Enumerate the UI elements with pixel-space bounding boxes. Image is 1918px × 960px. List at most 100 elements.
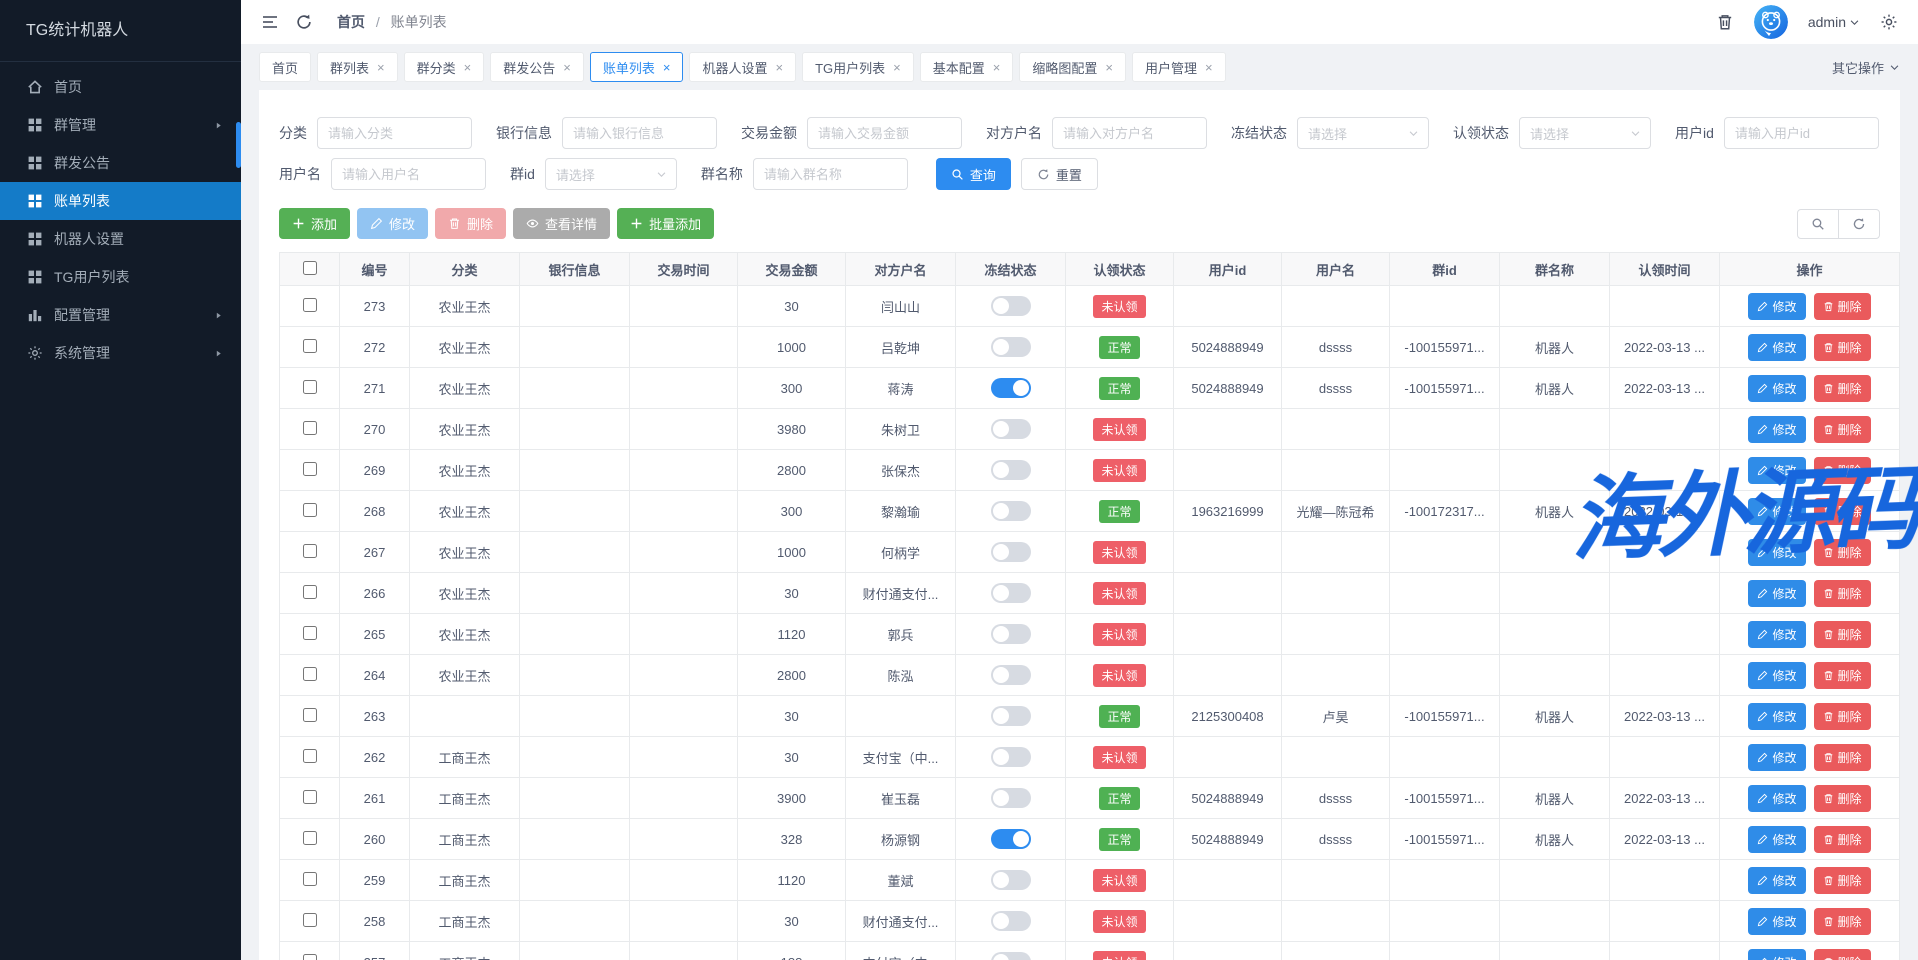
row-edit-button[interactable]: 修改	[1748, 416, 1805, 443]
user-id-input[interactable]	[1724, 117, 1879, 149]
row-checkbox[interactable]	[303, 749, 317, 763]
row-edit-button[interactable]: 修改	[1748, 580, 1805, 607]
row-delete-button[interactable]: 删除	[1814, 908, 1871, 935]
row-checkbox[interactable]	[303, 913, 317, 927]
row-delete-button[interactable]: 删除	[1814, 580, 1871, 607]
row-checkbox[interactable]	[303, 831, 317, 845]
row-checkbox[interactable]	[303, 708, 317, 722]
more-actions-dropdown[interactable]: 其它操作	[1832, 58, 1900, 77]
frozen-toggle[interactable]	[991, 542, 1031, 562]
row-delete-button[interactable]: 删除	[1814, 826, 1871, 853]
tab-机器人设置[interactable]: 机器人设置×	[689, 52, 796, 82]
tab-close-icon[interactable]: ×	[893, 61, 901, 74]
sidebar-item-group-manage[interactable]: 群管理	[0, 106, 241, 144]
row-checkbox[interactable]	[303, 626, 317, 640]
row-delete-button[interactable]: 删除	[1814, 498, 1871, 525]
counterparty-input[interactable]	[1052, 117, 1207, 149]
row-delete-button[interactable]: 删除	[1814, 334, 1871, 361]
row-delete-button[interactable]: 删除	[1814, 293, 1871, 320]
tab-基本配置[interactable]: 基本配置×	[920, 52, 1014, 82]
row-delete-button[interactable]: 删除	[1814, 457, 1871, 484]
sidebar-item-home[interactable]: 首页	[0, 68, 241, 106]
sidebar-item-group-announce[interactable]: 群发公告	[0, 144, 241, 182]
sidebar-item-tg-user-list[interactable]: TG用户列表	[0, 258, 241, 296]
select-all-checkbox[interactable]	[303, 261, 317, 275]
row-checkbox[interactable]	[303, 503, 317, 517]
frozen-toggle[interactable]	[991, 378, 1031, 398]
tab-群列表[interactable]: 群列表×	[317, 52, 398, 82]
row-checkbox[interactable]	[303, 585, 317, 599]
row-edit-button[interactable]: 修改	[1748, 826, 1805, 853]
row-edit-button[interactable]: 修改	[1748, 785, 1805, 812]
batch-add-button[interactable]: 批量添加	[617, 208, 714, 239]
tab-close-icon[interactable]: ×	[663, 61, 671, 74]
avatar[interactable]	[1754, 5, 1788, 39]
row-delete-button[interactable]: 删除	[1814, 375, 1871, 402]
frozen-toggle[interactable]	[991, 296, 1031, 316]
row-edit-button[interactable]: 修改	[1748, 949, 1805, 960]
tab-TG用户列表[interactable]: TG用户列表×	[802, 52, 914, 82]
refresh-icon[interactable]	[1838, 209, 1880, 239]
trash-icon[interactable]	[1716, 13, 1734, 31]
tab-close-icon[interactable]: ×	[377, 61, 385, 74]
frozen-toggle[interactable]	[991, 911, 1031, 931]
sidebar-item-bill-list[interactable]: 账单列表	[0, 182, 241, 220]
view-detail-button[interactable]: 查看详情	[513, 208, 610, 239]
tab-close-icon[interactable]: ×	[1105, 61, 1113, 74]
tab-群发公告[interactable]: 群发公告×	[490, 52, 584, 82]
frozen-toggle[interactable]	[991, 706, 1031, 726]
row-checkbox[interactable]	[303, 790, 317, 804]
row-edit-button[interactable]: 修改	[1748, 908, 1805, 935]
refresh-icon[interactable]	[295, 13, 313, 31]
sidebar-scrollbar-thumb[interactable]	[236, 122, 241, 168]
row-delete-button[interactable]: 删除	[1814, 703, 1871, 730]
frozen-toggle[interactable]	[991, 870, 1031, 890]
row-edit-button[interactable]: 修改	[1748, 703, 1805, 730]
row-checkbox[interactable]	[303, 667, 317, 681]
sidebar-item-config-manage[interactable]: 配置管理	[0, 296, 241, 334]
tab-账单列表[interactable]: 账单列表×	[590, 52, 684, 82]
row-delete-button[interactable]: 删除	[1814, 621, 1871, 648]
user-name-input[interactable]	[331, 158, 486, 190]
frozen-toggle[interactable]	[991, 665, 1031, 685]
row-checkbox[interactable]	[303, 462, 317, 476]
row-edit-button[interactable]: 修改	[1748, 457, 1805, 484]
row-edit-button[interactable]: 修改	[1748, 867, 1805, 894]
row-delete-button[interactable]: 删除	[1814, 744, 1871, 771]
tab-close-icon[interactable]: ×	[464, 61, 472, 74]
reset-button[interactable]: 重置	[1021, 158, 1098, 190]
row-edit-button[interactable]: 修改	[1748, 334, 1805, 361]
group-name-input[interactable]	[753, 158, 908, 190]
query-button[interactable]: 查询	[936, 158, 1011, 190]
tab-close-icon[interactable]: ×	[1205, 61, 1213, 74]
row-delete-button[interactable]: 删除	[1814, 539, 1871, 566]
edit-button[interactable]: 修改	[357, 208, 428, 239]
frozen-toggle[interactable]	[991, 747, 1031, 767]
row-delete-button[interactable]: 删除	[1814, 949, 1871, 960]
tab-缩略图配置[interactable]: 缩略图配置×	[1019, 52, 1126, 82]
category-input[interactable]	[317, 117, 472, 149]
row-edit-button[interactable]: 修改	[1748, 375, 1805, 402]
row-edit-button[interactable]: 修改	[1748, 744, 1805, 771]
sidebar-item-system-manage[interactable]: 系统管理	[0, 334, 241, 372]
tab-close-icon[interactable]: ×	[775, 61, 783, 74]
breadcrumb-home[interactable]: 首页	[337, 14, 365, 30]
tab-home[interactable]: 首页	[259, 52, 311, 82]
row-checkbox[interactable]	[303, 339, 317, 353]
frozen-toggle[interactable]	[991, 788, 1031, 808]
row-checkbox[interactable]	[303, 380, 317, 394]
menu-collapse-icon[interactable]	[261, 13, 279, 31]
row-checkbox[interactable]	[303, 872, 317, 886]
row-edit-button[interactable]: 修改	[1748, 662, 1805, 689]
sidebar-item-robot-settings[interactable]: 机器人设置	[0, 220, 241, 258]
row-edit-button[interactable]: 修改	[1748, 539, 1805, 566]
frozen-toggle[interactable]	[991, 624, 1031, 644]
frozen-toggle[interactable]	[991, 460, 1031, 480]
row-delete-button[interactable]: 删除	[1814, 867, 1871, 894]
row-checkbox[interactable]	[303, 421, 317, 435]
frozen-toggle[interactable]	[991, 583, 1031, 603]
frozen-toggle[interactable]	[991, 952, 1031, 960]
delete-button[interactable]: 删除	[435, 208, 506, 239]
group-id-select[interactable]: 请选择	[545, 158, 677, 190]
row-checkbox[interactable]	[303, 954, 317, 960]
